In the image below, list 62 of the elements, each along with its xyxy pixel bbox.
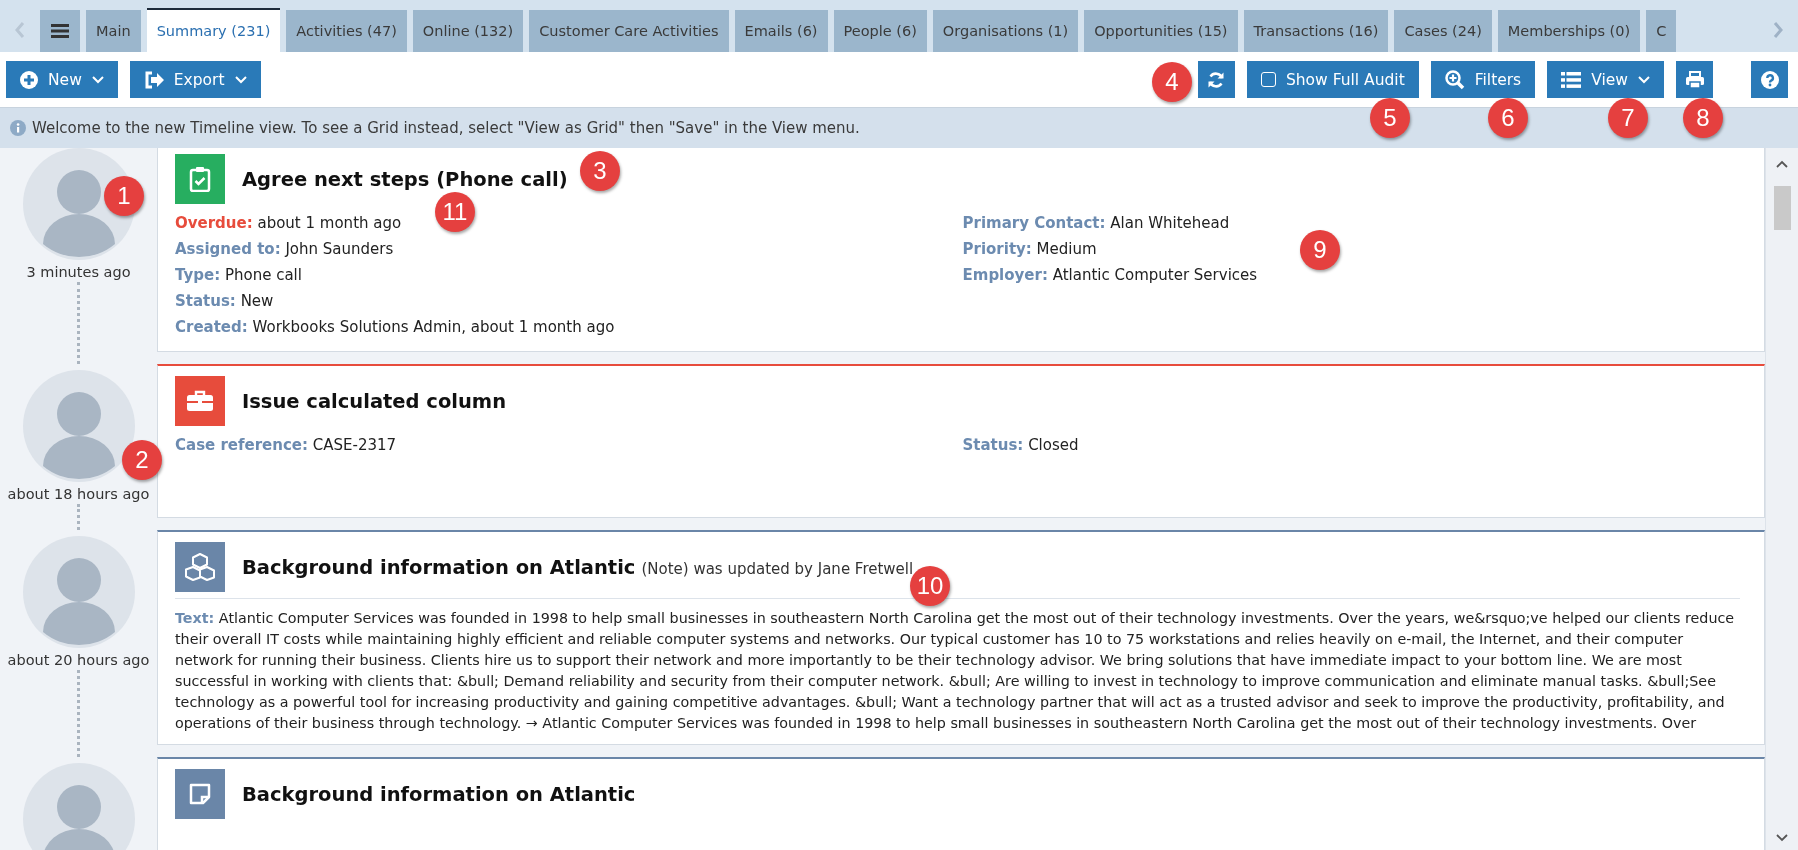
- timestamp: 3 minutes ago: [26, 264, 131, 280]
- tab[interactable]: Summary (231): [146, 8, 281, 52]
- tab[interactable]: Transactions (16): [1243, 10, 1389, 52]
- clipboard-check-icon: [189, 166, 211, 192]
- filters-button[interactable]: Filters: [1430, 61, 1536, 98]
- field: Employer: Atlantic Computer Services: [962, 262, 1258, 288]
- caret-icon: [1638, 75, 1650, 84]
- tab[interactable]: Online (132): [412, 10, 524, 52]
- info-icon: [10, 120, 26, 136]
- field: Primary Contact: Alan Whitehead: [962, 210, 1230, 236]
- field: Type: Phone call: [175, 262, 302, 288]
- tab[interactable]: Emails (6): [734, 10, 828, 52]
- help-button[interactable]: [1751, 61, 1788, 98]
- menu-icon: [51, 23, 69, 39]
- timestamp: about 18 hours ago: [7, 486, 150, 502]
- tab[interactable]: Memberships (0): [1497, 10, 1641, 52]
- printer-icon: [1685, 70, 1704, 89]
- refresh-icon: [1207, 70, 1226, 89]
- callout-badge: 2: [122, 440, 162, 480]
- zoom-in-icon: [1444, 69, 1465, 90]
- tab[interactable]: Activities (47): [286, 10, 407, 52]
- plus-circle-icon: [20, 70, 38, 89]
- scrollbar-thumb[interactable]: [1773, 186, 1791, 230]
- chevron-up-icon[interactable]: [1776, 160, 1788, 168]
- field: Status: Closed: [962, 432, 1079, 458]
- tab[interactable]: Organisations (1): [932, 10, 1079, 52]
- info-message: Welcome to the new Timeline view. To see a Grid instead, select "View as Grid" then "Save" in the View menu.: [32, 119, 860, 137]
- field: Priority: Medium: [962, 236, 1097, 262]
- refresh-button[interactable]: [1197, 61, 1235, 98]
- record-title[interactable]: Agree next steps (Phone call): [242, 167, 568, 191]
- field: Created: Workbooks Solutions Admin, about 1 month ago: [175, 314, 615, 340]
- briefcase-icon: [187, 390, 213, 412]
- record-title[interactable]: Issue calculated column: [242, 389, 507, 413]
- sticky-note-icon: [189, 783, 211, 805]
- caret-icon: [234, 75, 247, 84]
- field: Status: New: [175, 288, 274, 314]
- tab[interactable]: People (6): [833, 10, 927, 52]
- menu-button[interactable]: [40, 10, 80, 52]
- record-title[interactable]: Background information on Atlantic: [242, 782, 636, 806]
- record-title[interactable]: Background information on Atlantic: [242, 555, 636, 579]
- view-button[interactable]: View: [1547, 61, 1664, 98]
- caret-icon: [91, 75, 104, 84]
- tab[interactable]: Customer Care Activities: [529, 10, 729, 52]
- tab[interactable]: Cases (24): [1394, 10, 1492, 52]
- field: Overdue: about 1 month ago: [175, 210, 402, 236]
- tab[interactable]: Main: [86, 10, 141, 52]
- tab[interactable]: Opportunities (15): [1084, 10, 1238, 52]
- callout-badge: 1: [104, 176, 144, 216]
- show-full-audit-button[interactable]: Show Full Audit: [1246, 61, 1419, 98]
- export-icon: [143, 70, 164, 89]
- timestamp: about 20 hours ago: [7, 652, 150, 668]
- print-button[interactable]: [1676, 61, 1713, 98]
- tab[interactable]: C: [1646, 10, 1677, 52]
- export-button[interactable]: Export: [129, 61, 261, 98]
- cubes-icon: [185, 553, 215, 581]
- help-icon: [1760, 70, 1779, 89]
- chevron-down-icon[interactable]: [1776, 834, 1788, 842]
- field: Case reference: CASE-2317: [175, 432, 397, 458]
- field: Assigned to: John Saunders: [175, 236, 394, 262]
- checkbox[interactable]: [1260, 72, 1276, 87]
- new-button[interactable]: New: [6, 61, 118, 98]
- list-icon: [1561, 71, 1582, 88]
